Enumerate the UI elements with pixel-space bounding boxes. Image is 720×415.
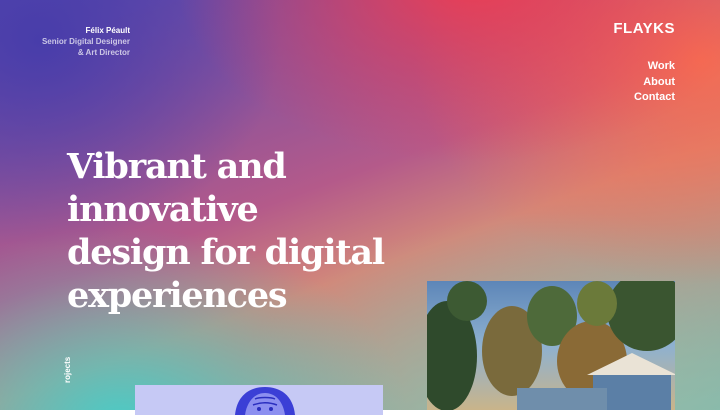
- nav-link-contact[interactable]: Contact: [634, 90, 675, 106]
- brand-logo[interactable]: FLAYKS: [613, 20, 675, 37]
- project-thumbnail-house[interactable]: [427, 281, 675, 410]
- portrait-illustration: [235, 387, 295, 415]
- author-role-line-2: & Art Director: [77, 48, 130, 57]
- author-role-line-1: Senior Digital Designer: [41, 37, 130, 46]
- nav-link-about[interactable]: About: [634, 75, 675, 91]
- hero-line-4: experiences: [67, 275, 288, 316]
- hero-line-3: design for digital: [67, 232, 385, 273]
- hero-line-2: innovative: [67, 189, 259, 230]
- project-thumbnail-portrait[interactable]: [135, 385, 383, 415]
- author-info: Félix Péault Senior Digital Designer & A…: [0, 25, 130, 58]
- hero-heading: Vibrant and innovative design for digita…: [67, 145, 397, 317]
- author-name: Félix Péault: [85, 26, 130, 35]
- side-projects-label: rojects: [63, 356, 72, 383]
- hero-line-1: Vibrant and: [67, 146, 287, 187]
- nav-link-work[interactable]: Work: [634, 59, 675, 75]
- house: [517, 353, 675, 410]
- main-nav: Work About Contact: [634, 59, 675, 106]
